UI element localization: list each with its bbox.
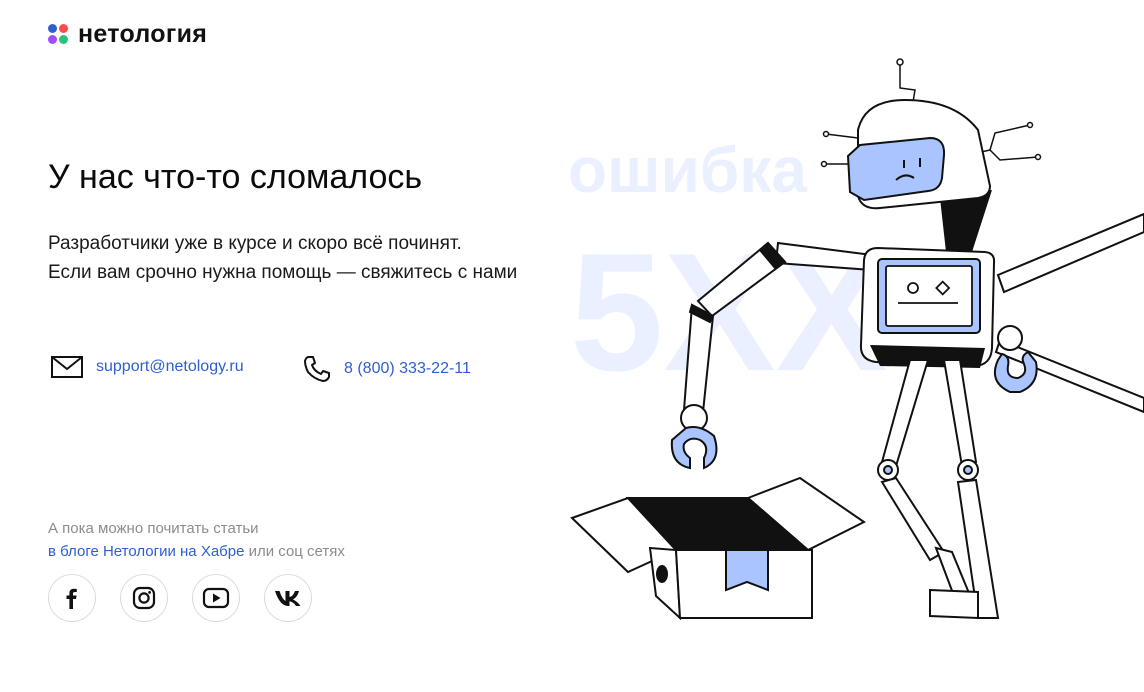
error-description: Разработчики уже в курсе и скоро всё поч… [48, 230, 548, 287]
robot-head [846, 98, 992, 210]
footer-note: А пока можно почитать статьи в блоге Нет… [48, 518, 345, 563]
note-line-1: А пока можно почитать статьи [48, 520, 259, 537]
vk-icon [275, 591, 301, 606]
robot-body [859, 246, 996, 368]
watermark-word: ошибка [568, 134, 807, 206]
facebook-button[interactable] [48, 574, 96, 622]
page-title: У нас что-то сломалось [48, 158, 423, 196]
description-line-2: Если вам срочно нужна помощь — свяжитесь… [48, 261, 518, 283]
note-suffix: или соц сетях [244, 542, 345, 560]
email-link[interactable]: support@netology.ru [96, 358, 244, 376]
instagram-button[interactable] [120, 574, 168, 622]
phone-contact[interactable]: 8 (800) 333-22-11 [302, 354, 471, 384]
youtube-icon [202, 587, 230, 609]
habr-blog-link[interactable]: в блоге Нетологии на Хабре [48, 543, 244, 560]
email-contact[interactable]: support@netology.ru [50, 354, 244, 380]
brand-name: нетология [78, 20, 208, 48]
social-links [48, 574, 312, 622]
facebook-icon [66, 588, 77, 609]
vk-button[interactable] [264, 574, 312, 622]
watermark-code: 5XX [570, 218, 888, 406]
logo-dots-icon [48, 24, 69, 45]
broken-robot-illustration: ошибка 5XX [568, 58, 1144, 621]
open-box [570, 476, 866, 621]
phone-link[interactable]: 8 (800) 333-22-11 [344, 360, 471, 378]
robot-right-arm [994, 212, 1144, 414]
brand-logo[interactable]: нетология [48, 20, 207, 49]
phone-icon [304, 356, 330, 382]
youtube-button[interactable] [192, 574, 240, 622]
envelope-icon [51, 356, 83, 378]
instagram-icon [132, 586, 156, 610]
description-line-1: Разработчики уже в курсе и скоро всё поч… [48, 233, 462, 254]
robot-legs [877, 359, 1000, 620]
